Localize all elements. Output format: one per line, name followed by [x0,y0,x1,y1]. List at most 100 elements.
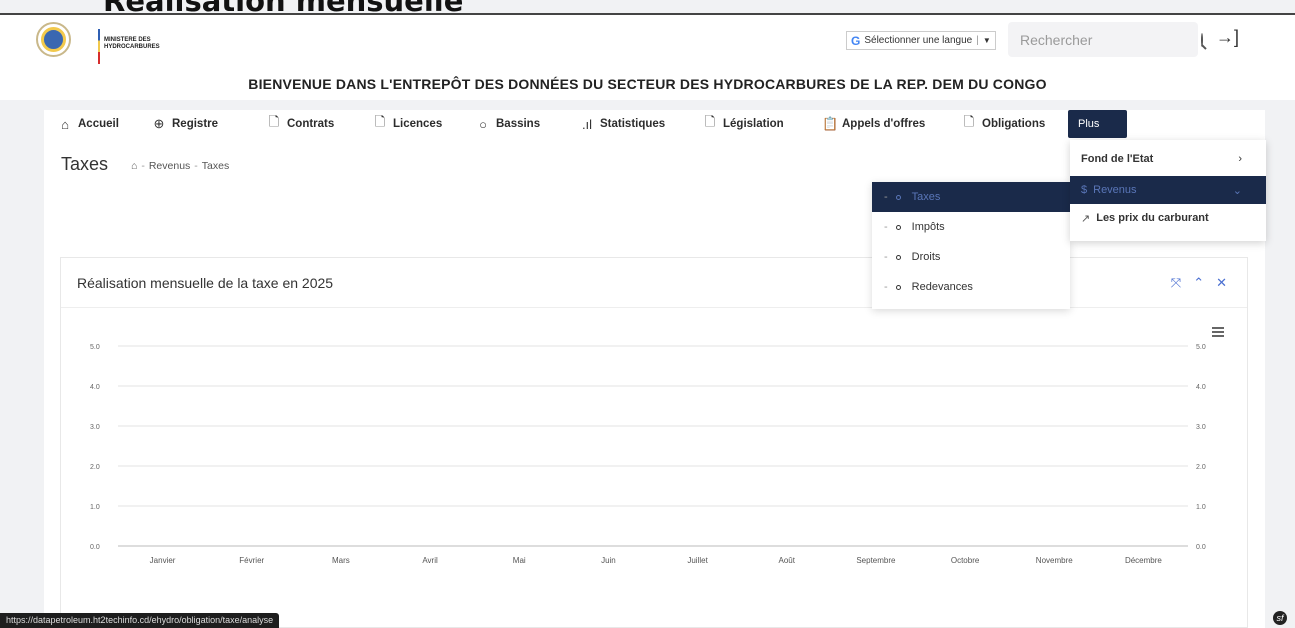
nav-item-legislation[interactable]: 🗋 Législation [703,110,784,138]
y-tick-label-right: 5.0 [1196,344,1206,351]
coat-of-arms-icon [36,22,71,57]
logo-text-line1: MINISTERE DES [104,37,151,43]
fullscreen-icon[interactable]: ⤧ [1171,275,1181,291]
submenu-dash: - [884,221,888,233]
nav-label: Registre [172,118,219,130]
y-tick-label-left: 4.0 [90,384,100,391]
chevron-down-icon: ⌄ [1232,184,1242,197]
breadcrumb-revenus[interactable]: Revenus [149,160,190,172]
status-bar-url: https://datapetroleum.ht2techinfo.cd/ehy… [0,613,280,628]
language-select[interactable]: G Sélectionner une langue | ▼ [846,31,996,50]
flag-bar [98,29,100,64]
nav-item-appels-offres[interactable]: 📋 Appels d'offres [822,110,925,138]
submenu-item-droits[interactable]: - Droits [872,242,1070,272]
submenu-label: Impôts [911,221,945,233]
x-tick-label: Janvier [150,556,176,565]
plus-dropdown: Fond de l'Etat › $ Revenus ⌄ ↗ Les prix … [1070,140,1266,241]
nav-label: Bassins [496,118,541,130]
submenu-item-impots[interactable]: - Impôts [872,212,1070,242]
submenu-label: Redevances [911,281,973,293]
y-tick-label-right: 1.0 [1196,504,1206,511]
document-icon: 🗋 [704,114,716,129]
nav-label: Appels d'offres [842,118,926,130]
submenu-label: Droits [911,251,941,263]
dropdown-item-revenus[interactable]: $ Revenus ⌄ [1070,176,1266,204]
symfony-icon[interactable]: sf [1273,611,1287,625]
dollar-icon: $ [1081,184,1088,196]
dropdown-item-prix-carburant[interactable]: ↗ Les prix du carburant [1070,204,1266,232]
document-icon: 🗋 [268,114,280,129]
logo-text: MINISTERE DES HYDROCARBURES [104,37,160,51]
x-tick-label: Avril [422,556,438,565]
dropdown-item-fond-etat[interactable]: Fond de l'Etat › [1070,145,1266,173]
submenu-item-taxes[interactable]: - Taxes [872,182,1070,212]
breadcrumb: ⌂ - Revenus - Taxes [131,160,229,172]
nav-label: Contrats [287,118,335,130]
search-box[interactable] [1008,22,1203,57]
nav-item-bassins[interactable]: ○ Bassins [476,110,540,138]
search-icon[interactable] [1201,32,1203,47]
ministry-logo[interactable] [36,22,100,64]
card-title: Réalisation mensuelle de la taxe en 2025 [77,275,334,291]
y-tick-label-left: 3.0 [90,424,100,431]
language-label: Sélectionner une langue [864,35,973,46]
x-tick-label: Mars [332,556,350,565]
circle-icon: ○ [479,116,487,132]
nav-item-contrats[interactable]: 🗋 Contrats [267,110,335,138]
breadcrumb-taxes: Taxes [201,160,230,172]
y-tick-label-right: 4.0 [1196,384,1206,391]
welcome-banner: BIENVENUE DANS L'ENTREPÔT DES DONNÉES DU… [248,76,1047,92]
chart-menu-icon[interactable] [1212,327,1224,339]
x-tick-label: Août [779,556,796,565]
nav-label: Statistiques [600,118,666,130]
login-icon[interactable]: →] [1216,27,1239,48]
y-tick-label-right: 0.0 [1196,544,1206,551]
breadcrumb-separator: - [141,160,145,172]
globe-icon: ⊕ [153,116,165,131]
nav-label: Accueil [78,118,119,130]
nav-item-obligations[interactable]: 🗋 Obligations [962,110,1045,138]
header: MINISTERE DES HYDROCARBURES G Sélectionn… [0,13,1295,100]
nav-item-plus[interactable]: Plus [1068,110,1127,138]
y-tick-label-left: 1.0 [90,504,100,511]
page-title: Taxes [61,154,109,174]
dropdown-label: Fond de l'Etat [1081,153,1154,165]
search-input[interactable] [1020,31,1201,48]
nav-item-statistiques[interactable]: .ıl Statistiques [580,110,665,138]
language-separator: | [976,35,979,46]
x-tick-label: Novembre [1036,556,1073,565]
nav-label: Licences [393,118,443,130]
nav-item-accueil[interactable]: ⌂ Accueil [58,110,119,138]
x-tick-label: Septembre [856,556,896,565]
monthly-tax-chart: 0.0 0.0 1.0 1.0 2.0 2.0 3.0 3.0 4.0 4.0 5.0 5.0 Janv… [90,344,1206,565]
bullet-icon [895,194,901,200]
breadcrumb-home-icon[interactable]: ⌂ [131,160,137,172]
x-tick-label: Octobre [951,556,980,565]
collapse-icon[interactable]: ⌃ [1193,275,1204,291]
clipboard-icon: 📋 [822,116,839,131]
document-icon: 🗋 [374,114,386,129]
submenu-item-redevances[interactable]: - Redevances [872,272,1070,302]
close-icon[interactable]: ✕ [1216,275,1227,291]
breadcrumb-separator: - [194,160,198,172]
x-tick-label: Mai [513,556,526,565]
chevron-right-icon: › [1238,153,1242,165]
nav-item-licences[interactable]: 🗋 Licences [373,110,442,138]
dropdown-label: Revenus [1093,184,1137,196]
caret-down-icon: ▼ [982,36,991,45]
y-tick-label-left: 5.0 [90,344,100,351]
submenu-dash: - [884,251,888,263]
y-tick-label-left: 2.0 [90,464,100,471]
nav-label: Obligations [982,118,1046,130]
y-tick-label-right: 3.0 [1196,424,1206,431]
chart-icon: .ıl [581,116,593,132]
logo-text-line2: HYDROCARBURES [104,44,160,50]
nav-item-registre[interactable]: ⊕ Registre [152,110,218,138]
bullet-icon [895,224,901,230]
submenu-dash: - [884,281,888,293]
trend-up-icon: ↗ [1081,212,1091,225]
x-tick-label: Décembre [1125,556,1162,565]
document-icon: 🗋 [963,114,975,129]
submenu-dash: - [884,191,888,203]
x-tick-label: Février [239,556,264,565]
